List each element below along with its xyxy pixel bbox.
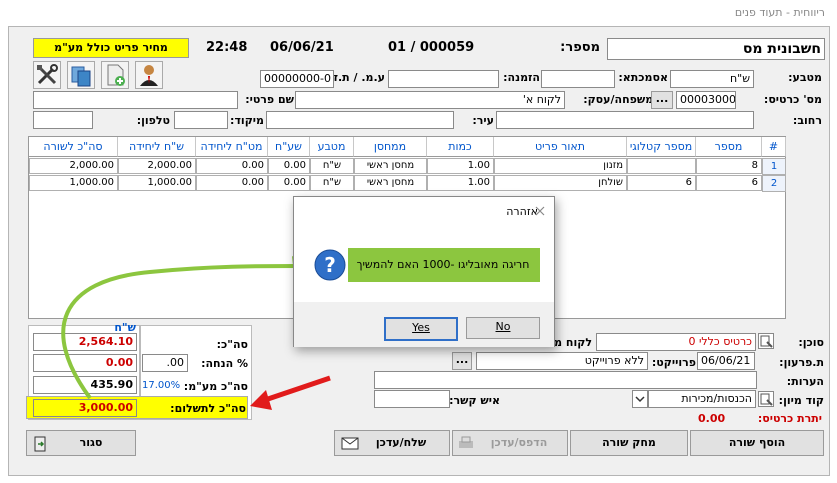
green-arrow	[61, 264, 299, 400]
red-arrow	[261, 375, 331, 404]
dialog-close-button[interactable]	[532, 203, 548, 219]
yes-button[interactable]: Yes	[384, 317, 458, 341]
no-button[interactable]: No	[466, 317, 540, 339]
svg-text:?: ?	[324, 253, 336, 277]
close-icon	[535, 206, 545, 216]
red-arrow-head	[250, 390, 272, 410]
question-icon: ?	[314, 249, 346, 281]
dialog-message: חריגה מאובליגו -1000 האם להמשיך	[356, 258, 530, 271]
warning-dialog: אזהרה ? חריגה מאובליגו -1000 האם להמשיך …	[293, 196, 555, 347]
